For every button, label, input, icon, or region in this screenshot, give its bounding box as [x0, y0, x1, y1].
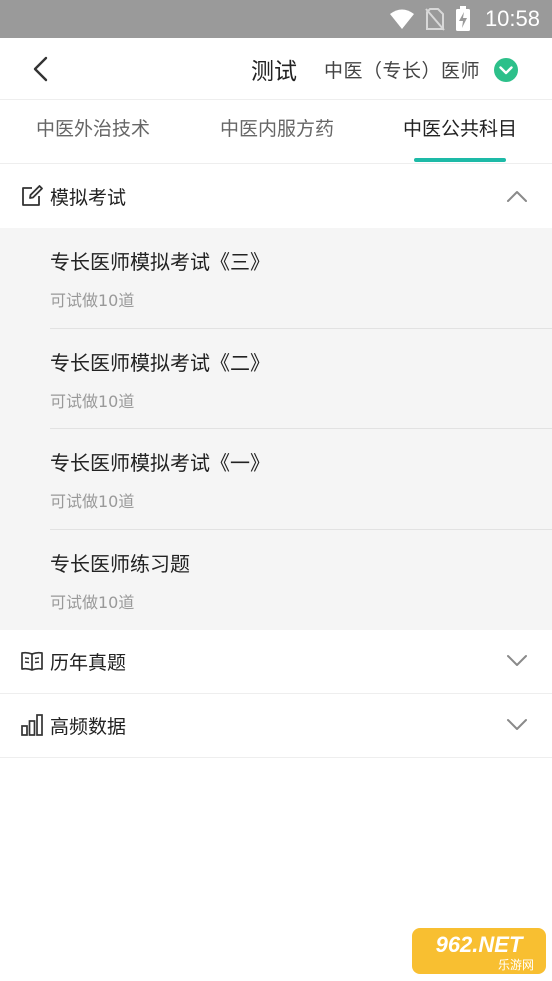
wifi-icon — [389, 9, 414, 29]
exam-title: 专长医师练习题 — [50, 552, 190, 576]
chevron-down-icon — [507, 655, 527, 666]
subject-label: 中医（专长）医师 — [324, 60, 481, 82]
exam-title: 专长医师模拟考试《二》 — [50, 351, 270, 375]
active-tab-indicator — [414, 158, 506, 162]
list-item[interactable]: 专长医师模拟考试《一》 可试做10道 — [0, 429, 552, 529]
tab-external-treatment[interactable]: 中医外治技术 — [18, 100, 168, 164]
nav-bar: 测试 中医（专长）医师 — [0, 38, 552, 100]
back-button[interactable] — [18, 50, 62, 88]
status-time: 10:58 — [484, 6, 540, 31]
section-mock-exam[interactable]: 模拟考试 — [0, 165, 552, 227]
list-item[interactable]: 专长医师模拟考试《二》 可试做10道 — [0, 329, 552, 429]
book-icon — [21, 651, 43, 671]
chevron-up-icon — [507, 191, 527, 202]
tab-internal-prescriptions[interactable]: 中医内服方药 — [202, 100, 352, 164]
section-past-exams[interactable]: 历年真题 — [0, 630, 552, 692]
divider — [0, 757, 552, 758]
exam-subtitle: 可试做10道 — [50, 593, 135, 612]
exam-subtitle: 可试做10道 — [50, 291, 135, 310]
exam-title: 专长医师模拟考试《一》 — [50, 451, 270, 475]
exam-title: 专长医师模拟考试《三》 — [50, 250, 270, 274]
subject-selector[interactable]: 中医（专长）医师 — [324, 56, 519, 83]
section-title: 历年真题 — [50, 651, 127, 674]
mock-exam-list: 专长医师模拟考试《三》 可试做10道 专长医师模拟考试《二》 可试做10道 专长… — [0, 228, 552, 630]
no-sim-icon — [425, 8, 445, 31]
section-frequency-data[interactable]: 高频数据 — [0, 694, 552, 756]
tab-public-subjects[interactable]: 中医公共科目 — [385, 100, 535, 164]
subject-tabs: 中医外治技术 中医内服方药 中医公共科目 — [0, 100, 552, 164]
list-item[interactable]: 专长医师练习题 可试做10道 — [0, 530, 552, 630]
chevron-down-icon — [507, 719, 527, 730]
exam-subtitle: 可试做10道 — [50, 392, 135, 411]
section-title: 高频数据 — [50, 715, 127, 738]
edit-icon — [22, 185, 43, 206]
chevron-left-icon — [33, 56, 48, 82]
bar-chart-icon — [21, 714, 43, 736]
battery-charging-icon — [455, 6, 470, 31]
section-title: 模拟考试 — [50, 186, 127, 209]
list-item[interactable]: 专长医师模拟考试《三》 可试做10道 — [0, 228, 552, 328]
exam-subtitle: 可试做10道 — [50, 492, 135, 511]
dropdown-circle-icon — [494, 57, 519, 82]
page-title: 测试 — [251, 59, 297, 85]
watermark-text: 962.NET — [436, 932, 524, 957]
status-bar: 10:58 — [0, 0, 552, 38]
watermark-logo: 962.NET 乐游网 — [412, 928, 546, 974]
status-icons: 10:58 — [389, 0, 540, 38]
watermark-subtext: 乐游网 — [498, 958, 534, 972]
